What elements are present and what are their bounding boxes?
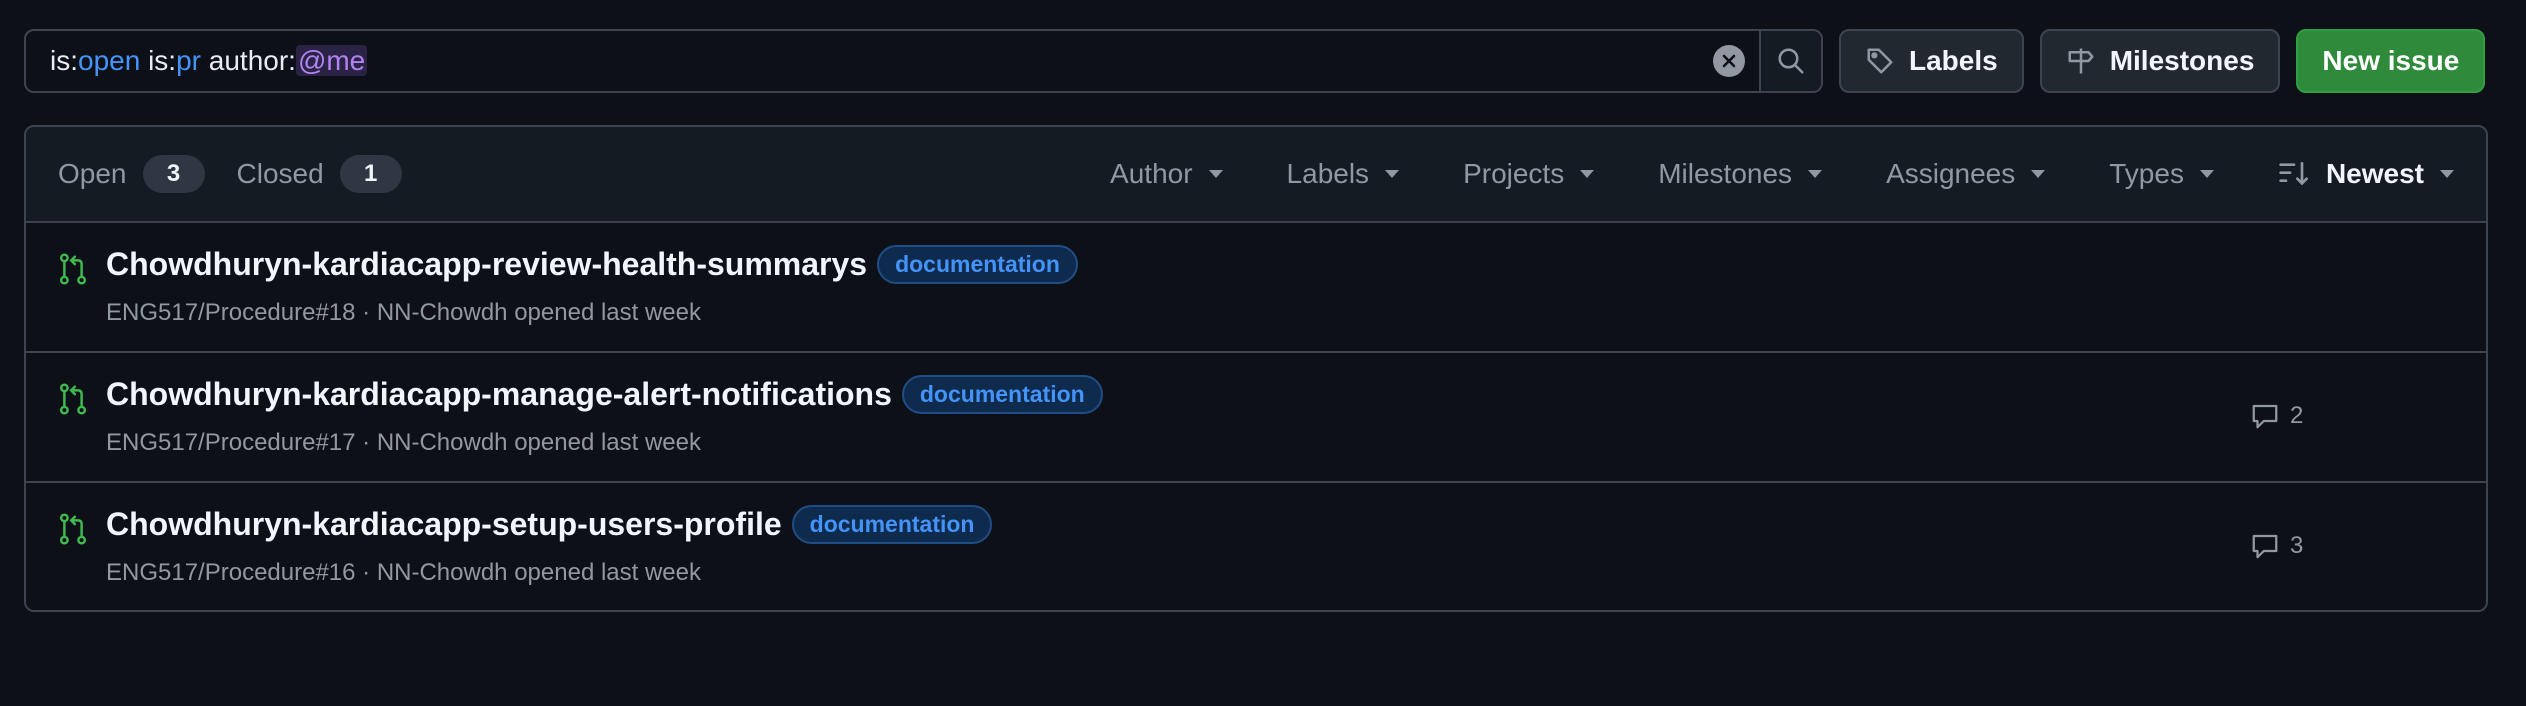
- git-pull-request-icon: [59, 513, 87, 545]
- milestones-button[interactable]: Milestones: [2039, 29, 2281, 93]
- search-icon: [1778, 48, 1804, 74]
- pull-request-title-link[interactable]: Chowdhuryn-kardiacapp-review-health-summ…: [106, 246, 867, 283]
- documentation-label[interactable]: documentation: [901, 375, 1103, 414]
- clear-search-button[interactable]: [1713, 45, 1745, 77]
- chevron-down-icon: [1385, 170, 1400, 178]
- labels-filter-dropdown[interactable]: Labels: [1287, 158, 1400, 190]
- projects-filter-dropdown[interactable]: Projects: [1463, 158, 1595, 190]
- comment-icon: [2252, 534, 2278, 559]
- top-bar: is:open is:pr author:@me Labels Mileston…: [24, 28, 2488, 94]
- list-item[interactable]: Chowdhuryn-kardiacapp-review-health-summ…: [26, 223, 2486, 353]
- tag-icon: [1867, 48, 1893, 74]
- search-qualifier-value: open: [78, 45, 141, 76]
- list-item[interactable]: Chowdhuryn-kardiacapp-setup-users-profil…: [26, 483, 2486, 610]
- closed-filter-tab[interactable]: Closed 1: [237, 155, 402, 193]
- author-filter-dropdown[interactable]: Author: [1110, 158, 1223, 190]
- list-item-meta: ENG517/Procedure#16 · NN-Chowdh opened l…: [106, 559, 701, 586]
- search-qualifier-value: @me: [295, 45, 368, 76]
- author-filter-label: Author: [1110, 158, 1193, 189]
- search-input[interactable]: is:open is:pr author:@me: [24, 29, 1823, 93]
- comment-count: 2: [2290, 402, 2304, 429]
- labels-filter-label: Labels: [1286, 158, 1370, 189]
- x-circle-fill-icon: [1722, 54, 1736, 68]
- git-pull-request-icon: [59, 383, 87, 415]
- list-item-meta: ENG517/Procedure#18 · NN-Chowdh opened l…: [106, 299, 701, 326]
- list-item[interactable]: Chowdhuryn-kardiacapp-manage-alert-notif…: [26, 353, 2486, 483]
- search-qualifier-value: pr: [176, 45, 201, 76]
- list-item-title-group: Chowdhuryn-kardiacapp-manage-alert-notif…: [106, 375, 1103, 414]
- milestones-filter-label: Milestones: [1658, 158, 1793, 189]
- chevron-down-icon: [1580, 170, 1595, 178]
- assignees-filter-label: Assignees: [1886, 158, 2016, 189]
- search-qualifier-key: is:: [140, 45, 177, 76]
- labels-button[interactable]: Labels: [1839, 29, 2024, 93]
- comment-icon: [2252, 404, 2278, 429]
- search-button[interactable]: [1759, 31, 1821, 91]
- milestones-button-label: Milestones: [2109, 45, 2255, 76]
- pull-request-title-link[interactable]: Chowdhuryn-kardiacapp-setup-users-profil…: [106, 506, 782, 543]
- open-count-badge: 3: [142, 155, 205, 193]
- chevron-down-icon: [2440, 170, 2454, 178]
- new-issue-button[interactable]: New issue: [2296, 29, 2486, 93]
- git-pull-request-icon: [59, 253, 87, 285]
- types-filter-dropdown[interactable]: Types: [2109, 158, 2214, 190]
- search-query[interactable]: is:open is:pr author:@me: [26, 45, 1713, 77]
- comments-link[interactable]: 3: [2250, 531, 2303, 561]
- sort-dropdown[interactable]: Newest: [2278, 158, 2454, 190]
- types-filter-label: Types: [2109, 158, 2184, 189]
- documentation-label[interactable]: documentation: [791, 505, 993, 544]
- milestone-icon: [2068, 48, 2094, 74]
- open-label: Open: [58, 158, 127, 189]
- documentation-label[interactable]: documentation: [877, 245, 1078, 284]
- search-qualifier-key: author:: [200, 45, 296, 76]
- new-issue-button-label: New issue: [2322, 45, 2460, 76]
- sort-desc-icon: [2279, 161, 2308, 186]
- chevron-down-icon: [1208, 170, 1223, 178]
- list-item-meta: ENG517/Procedure#17 · NN-Chowdh opened l…: [106, 429, 701, 456]
- milestones-filter-dropdown[interactable]: Milestones: [1658, 158, 1823, 190]
- chevron-down-icon: [2199, 170, 2214, 178]
- assignees-filter-dropdown[interactable]: Assignees: [1886, 158, 2046, 190]
- comment-count: 3: [2290, 532, 2304, 559]
- open-filter-tab[interactable]: Open 3: [58, 155, 205, 193]
- projects-filter-label: Projects: [1463, 158, 1565, 189]
- closed-label: Closed: [236, 158, 324, 189]
- list-item-title-group: Chowdhuryn-kardiacapp-setup-users-profil…: [106, 505, 993, 544]
- pull-request-list: Open 3 Closed 1 Author Labels Projects M…: [24, 125, 2488, 612]
- search-qualifier-key: is:: [50, 45, 78, 76]
- filter-bar: Author Labels Projects Milestones Assign…: [1046, 158, 2454, 190]
- chevron-down-icon: [2031, 170, 2046, 178]
- sort-label: Newest: [2325, 158, 2424, 189]
- list-header: Open 3 Closed 1 Author Labels Projects M…: [26, 127, 2486, 223]
- closed-count-badge: 1: [339, 155, 402, 193]
- pull-request-title-link[interactable]: Chowdhuryn-kardiacapp-manage-alert-notif…: [106, 376, 892, 413]
- labels-button-label: Labels: [1909, 45, 1998, 76]
- chevron-down-icon: [1808, 170, 1823, 178]
- list-item-title-group: Chowdhuryn-kardiacapp-review-health-summ…: [106, 245, 1078, 284]
- comments-link[interactable]: 2: [2250, 401, 2303, 431]
